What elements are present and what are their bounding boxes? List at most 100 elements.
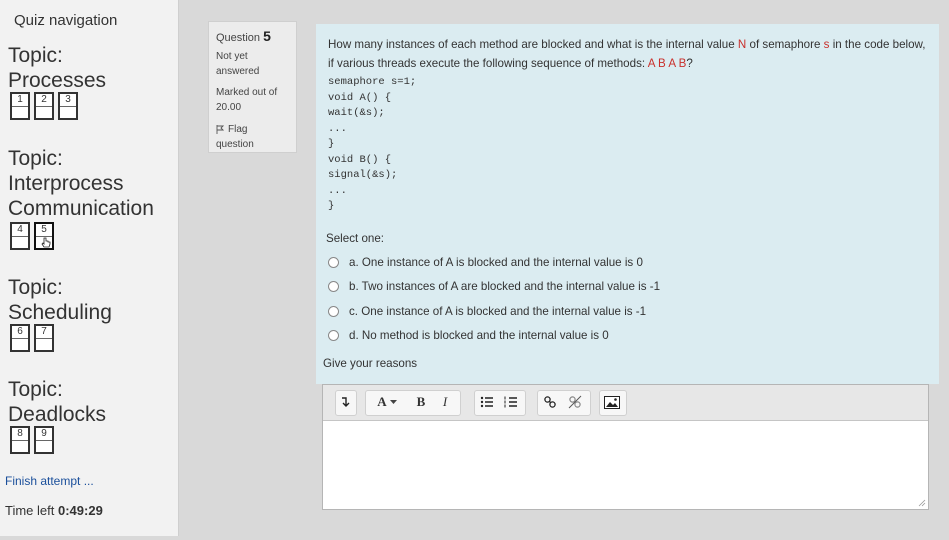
ordered-list-button[interactable] [501,391,521,413]
reasons-editor: A B I [322,384,929,510]
question-number: 6 [12,326,28,339]
answer-option-a[interactable]: a. One instance of A is blocked and the … [328,256,643,269]
topic-name-line3: Communication [8,197,154,220]
mark-line2: 20.00 [216,102,242,113]
topic-processes-heading: Topic: Processes [8,43,106,93]
question-number-value: 5 [263,28,271,44]
question-content: How many instances of each method are bl… [316,24,939,384]
topic-name: Interprocess [8,172,124,195]
font-size-label: A [377,394,387,409]
link-icon [544,396,556,408]
question-number: 1 [12,94,28,107]
flag-icon [216,125,224,134]
question-number: 2 [36,94,52,107]
image-icon [604,395,620,409]
unordered-list-button[interactable] [477,391,497,413]
flag-question-button[interactable]: Flag question [216,122,254,152]
collapse-arrow-icon [342,397,350,407]
question-button-4[interactable]: 4 [10,222,30,250]
quiz-navigation-panel: Quiz navigation Topic: Processes 1 2 3 T… [0,0,179,536]
quiz-navigation-title: Quiz navigation [14,12,118,29]
prompt-text-2: of semaphore [749,38,821,51]
question-number: 3 [60,94,76,107]
time-left-label: Time left [5,503,55,518]
question-grade: Marked out of 20.00 [216,85,277,115]
topic-name: Deadlocks [8,403,107,426]
give-reasons-label: Give your reasons [323,357,418,370]
radio-button[interactable] [328,330,339,341]
question-number: 5 [36,224,52,237]
question-word: Question [216,32,261,44]
unlink-button[interactable] [565,391,585,413]
prompt-text-1: How many instances of each method are bl… [328,38,735,51]
show-more-buttons-button[interactable] [337,391,353,413]
option-label: b. Two instances of A are blocked and th… [349,280,661,293]
question-button-8[interactable]: 8 [10,426,30,454]
topic-deadlocks-heading: Topic: Deadlocks [8,377,106,427]
radio-button[interactable] [328,281,339,292]
highlight-N: N [737,38,747,51]
unlink-icon [568,395,582,409]
insert-image-button[interactable] [602,391,622,413]
question-button-2[interactable]: 2 [34,92,54,120]
question-button-3[interactable]: 3 [58,92,78,120]
dropdown-caret-icon [389,399,397,404]
ipc-question-buttons: 4 5 [10,222,54,250]
question-button-5[interactable]: 5 [34,222,54,250]
italic-button[interactable]: I [435,391,455,413]
finish-attempt-link[interactable]: Finish attempt ... [5,474,94,488]
highlight-s: s [823,38,830,51]
processes-question-buttons: 1 2 3 [10,92,78,120]
select-one-label: Select one: [326,232,385,245]
question-state: Not yet answered [216,49,259,79]
answer-option-c[interactable]: c. One instance of A is blocked and the … [328,305,646,318]
topic-scheduling-heading: Topic: Scheduling [8,275,112,325]
reasons-text-area[interactable] [323,421,928,509]
highlight-sequence: A B A B [647,57,687,70]
prompt-text-4: ? [686,57,693,70]
option-label: c. One instance of A is blocked and the … [349,305,647,318]
topic-name: Processes [8,69,107,92]
topic-label: Topic: [8,378,63,401]
hand-cursor-icon [41,237,51,248]
question-prompt: How many instances of each method are bl… [328,35,928,73]
question-button-7[interactable]: 7 [34,324,54,352]
font-size-button[interactable]: A [371,391,403,413]
question-button-9[interactable]: 9 [34,426,54,454]
bullet-list-icon [480,396,493,408]
time-left: Time left 0:49:29 [5,503,103,518]
topic-label: Topic: [8,147,63,170]
option-label: a. One instance of A is blocked and the … [349,256,643,269]
topic-label: Topic: [8,276,63,299]
numbered-list-icon [504,396,517,408]
bold-button[interactable]: B [411,391,431,413]
question-button-1[interactable]: 1 [10,92,30,120]
time-left-value: 0:49:29 [57,503,103,518]
flag-line2: question [216,139,254,150]
flag-line1: Flag [228,124,248,135]
mark-line1: Marked out of [216,87,278,98]
topic-name: Scheduling [8,301,112,324]
topic-ipc-heading: Topic: Interprocess Communication [8,146,154,221]
question-number-label: Question 5 [216,28,271,44]
answer-option-b[interactable]: b. Two instances of A are blocked and th… [328,280,660,293]
radio-button[interactable] [328,257,339,268]
scheduling-question-buttons: 6 7 [10,324,54,352]
state-line1: Not yet [216,51,248,62]
question-number: 9 [36,428,52,441]
deadlocks-question-buttons: 8 9 [10,426,54,454]
question-number: 7 [36,326,52,339]
editor-toolbar: A B I [323,385,928,421]
resize-handle-icon[interactable] [918,499,926,507]
state-line2: answered [216,66,260,77]
question-info-box: Question 5 Not yet answered Marked out o… [208,21,297,153]
topic-label: Topic: [8,44,63,67]
answer-option-d[interactable]: d. No method is blocked and the internal… [328,329,609,342]
link-button[interactable] [540,391,560,413]
question-button-6[interactable]: 6 [10,324,30,352]
code-block: semaphore s=1; void A() { wait(&s); ... … [328,76,417,212]
option-label: d. No method is blocked and the internal… [349,329,609,342]
question-number: 8 [12,428,28,441]
radio-button[interactable] [328,306,339,317]
question-number: 4 [12,224,28,237]
